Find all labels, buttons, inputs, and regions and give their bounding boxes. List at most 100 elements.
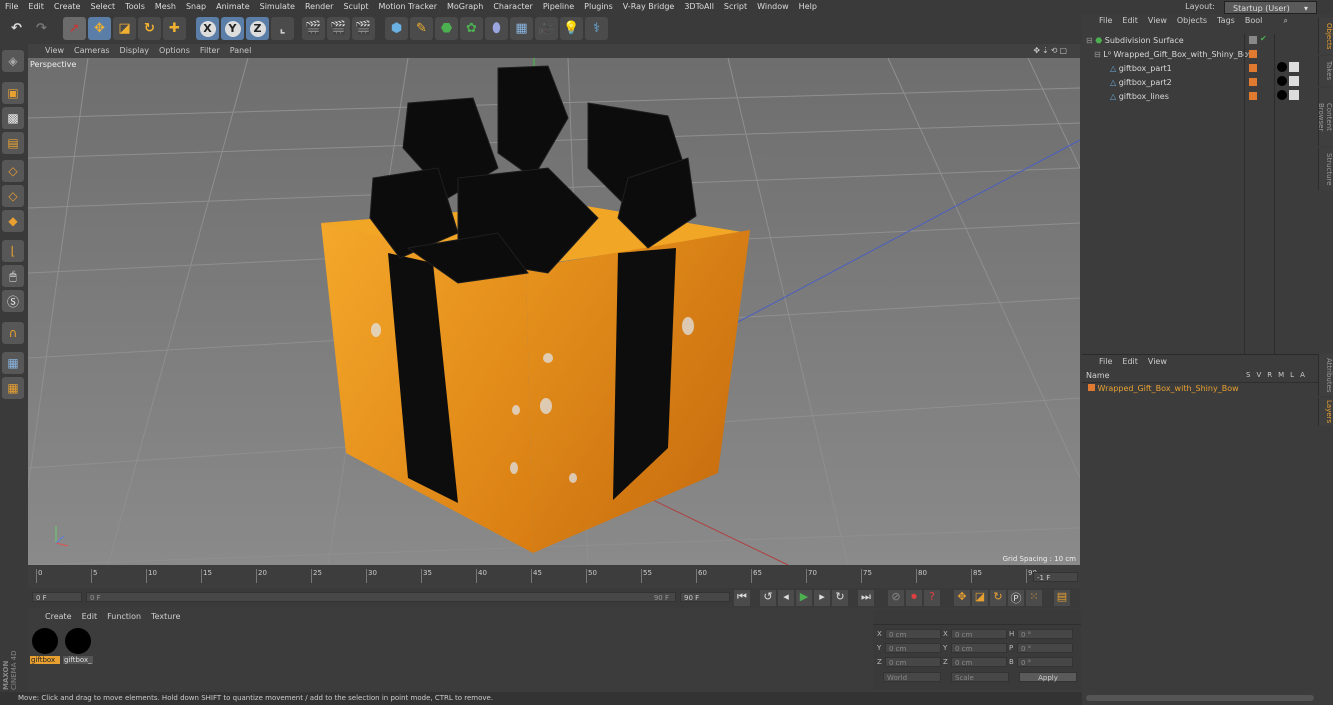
planar-workplane-button[interactable]: ▦ [2,377,24,399]
redo-button[interactable]: ↷ [30,17,53,40]
viewport-nav-icons[interactable]: ✥⇣⟲▢ [1028,44,1074,58]
menu-simulate[interactable]: Simulate [255,0,300,14]
material-menu-texture[interactable]: Texture [146,610,185,624]
obj-menu-edit[interactable]: Edit [1117,14,1143,28]
menu-plugins[interactable]: Plugins [579,0,618,14]
menu-pipeline[interactable]: Pipeline [538,0,579,14]
undo-button[interactable]: ↶ [5,17,28,40]
viewport-3d[interactable]: Perspective Grid Spacing : 10 cm [28,58,1080,565]
y-axis-button[interactable]: Y [221,17,244,40]
viewport-menu-panel[interactable]: Panel [225,44,257,58]
tree-row-giftbox-lines[interactable]: △ giftbox_lines [1110,90,1169,104]
menu-tools[interactable]: Tools [120,0,150,14]
go-to-start-button[interactable]: ⏮ [734,590,750,606]
start-frame-field[interactable]: 0 F [32,592,82,602]
menu-snap[interactable]: Snap [181,0,211,14]
material-menu-function[interactable]: Function [102,610,146,624]
coord-value-field[interactable]: 0 cm [885,643,941,653]
floor-button[interactable]: ▦ [510,17,533,40]
viewport-menu-filter[interactable]: Filter [195,44,225,58]
tree-row-subdivision[interactable]: ⊟ ⬣ Subdivision Surface [1086,34,1184,48]
coord-value-field[interactable]: 0 cm [951,657,1007,667]
menu-create[interactable]: Create [49,0,86,14]
x-axis-button[interactable]: X [196,17,219,40]
tab-attributes[interactable]: Attributes [1318,354,1333,396]
obj-menu-objects[interactable]: Objects [1172,14,1212,28]
subdivision-button[interactable]: ⬣ [435,17,458,40]
coord-value-field[interactable]: 0 ° [1017,657,1073,667]
menu-vray-bridge[interactable]: V-Ray Bridge [618,0,680,14]
coord-mode-select[interactable]: World [883,672,941,682]
obj-menu-file[interactable]: File [1094,14,1117,28]
menu-render[interactable]: Render [300,0,338,14]
layer-row[interactable]: Wrapped_Gift_Box_with_Shiny_Bow [1088,382,1239,396]
layer-color-box[interactable] [1249,78,1257,86]
layer-color-box[interactable] [1249,92,1257,100]
key-position-button[interactable]: ✥ [954,590,970,606]
obj-menu-bool[interactable]: Bool [1240,14,1268,28]
frame-range-slider[interactable]: 0 F 90 F [86,592,676,602]
tweak-mode-button[interactable]: 🖱 [2,265,24,287]
render-settings-button[interactable]: 🎬 [352,17,375,40]
texture-mode-button[interactable]: ▩ [2,107,24,129]
material-tags-lines[interactable] [1277,90,1299,100]
previous-frame-button[interactable]: ◂ [778,590,794,606]
key-rotation-button[interactable]: ↻ [990,590,1006,606]
next-key-button[interactable]: ↻ [832,590,848,606]
render-view-button[interactable]: 🎬 [302,17,325,40]
previous-key-button[interactable]: ↺ [760,590,776,606]
obj-menu-tags[interactable]: Tags [1212,14,1240,28]
coord-value-field[interactable]: 0 cm [951,629,1007,639]
model-mode-button[interactable]: ▣ [2,82,24,104]
viewport-menu-options[interactable]: Options [154,44,195,58]
apply-button[interactable]: Apply [1019,672,1077,682]
layer-menu-edit[interactable]: Edit [1117,355,1143,369]
material-menu-edit[interactable]: Edit [77,610,103,624]
z-axis-button[interactable]: Z [246,17,269,40]
rotate-tool-button[interactable]: ↻ [138,17,161,40]
layer-column-header[interactable]: V [1256,371,1261,379]
make-editable-button[interactable]: ◈ [2,50,24,72]
tab-content-browser[interactable]: Content Browser [1317,88,1333,146]
search-icon[interactable]: ⌕ [1279,14,1293,28]
material-tags-part1[interactable] [1277,62,1299,72]
tree-row-giftbox-part2[interactable]: △ giftbox_part2 [1110,76,1172,90]
menu-window[interactable]: Window [752,0,794,14]
layer-column-header[interactable]: R [1267,371,1272,379]
go-to-end-button[interactable]: ⏭ [858,590,874,606]
record-keys-button[interactable]: ⊘ [888,590,904,606]
timeline-ruler[interactable]: 051015202530354045505560657075808590 -1 … [28,566,1080,588]
coord-value-field[interactable]: 0 ° [1017,643,1073,653]
menu-3dtoall[interactable]: 3DToAll [679,0,719,14]
timeline-window-button[interactable]: ▤ [1054,590,1070,606]
layer-column-header[interactable]: S [1246,371,1250,379]
deformer-button[interactable]: ⬮ [485,17,508,40]
menu-sculpt[interactable]: Sculpt [338,0,373,14]
layer-column-header[interactable]: A [1300,371,1305,379]
points-mode-button[interactable]: ◇ [2,160,24,182]
material-tags-part2[interactable] [1277,76,1299,86]
coord-value-field[interactable]: 0 cm [885,657,941,667]
spline-pen-button[interactable]: ✎ [410,17,433,40]
tab-objects[interactable]: Objects [1318,18,1333,54]
workplane-button[interactable]: ▤ [2,132,24,154]
end-frame-field[interactable]: -1 F [1033,572,1078,582]
menu-file[interactable]: File [0,0,23,14]
layout-select[interactable]: Startup (User) ▾ [1224,0,1317,14]
play-button[interactable]: ▶ [796,590,812,606]
layer-column-header[interactable]: L [1290,371,1294,379]
mograph-cloner-button[interactable]: ✿ [460,17,483,40]
cube-primitive-button[interactable]: ⬢ [385,17,408,40]
edges-mode-button[interactable]: ◇ [2,185,24,207]
tab-structure[interactable]: Structure [1318,148,1333,190]
move-tool-button[interactable]: ✥ [88,17,111,40]
coord-value-field[interactable]: 0 cm [885,629,941,639]
python-button[interactable]: ⚕ [585,17,608,40]
layer-color-box[interactable] [1249,36,1257,44]
key-scale-button[interactable]: ◪ [972,590,988,606]
axis-mode-button[interactable]: ⌊ [2,240,24,262]
tree-row-giftbox-part1[interactable]: △ giftbox_part1 [1110,62,1172,76]
polygons-mode-button[interactable]: ◆ [2,210,24,232]
tree-row-wrapped-gift-box[interactable]: ⊟ L⁰ Wrapped_Gift_Box_with_Shiny_Bow [1094,48,1255,62]
material-swatch-2[interactable]: giftbox_ [63,626,93,664]
